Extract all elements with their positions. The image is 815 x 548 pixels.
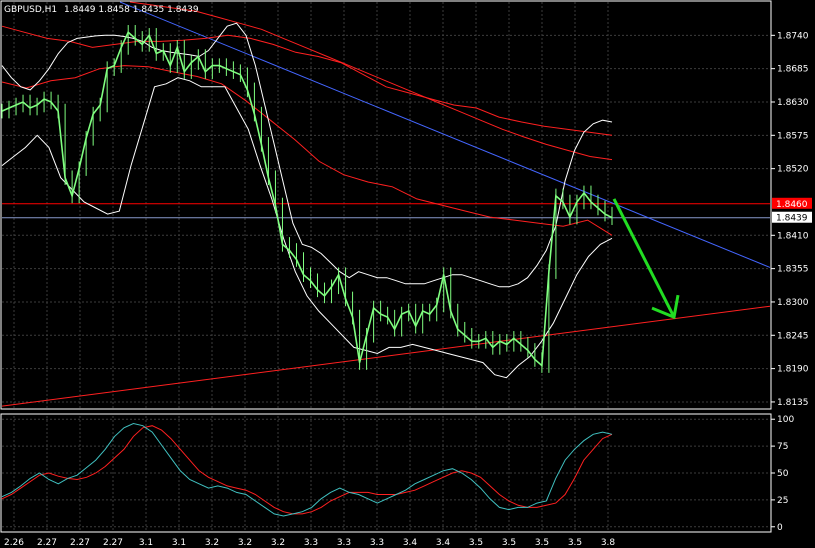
- x-tick-label: 3.2: [271, 538, 285, 548]
- x-tick-label: 3.5: [535, 538, 549, 548]
- x-tick-label: 3.4: [403, 538, 418, 548]
- x-tick-label: 3.5: [502, 538, 516, 548]
- x-tick-label: 3.1: [172, 538, 186, 548]
- y-tick-label: 1.8575: [777, 131, 809, 141]
- oscillator: [1, 422, 613, 517]
- osc-grid: [2, 416, 770, 530]
- x-tick-label: 3.1: [139, 538, 153, 548]
- osc-tick-label: 50: [777, 469, 789, 479]
- main-frame: [0, 0, 772, 410]
- x-tick-label: 3.8: [601, 538, 616, 548]
- x-tick-label: 3.3: [337, 538, 351, 548]
- x-tick-label: 2.26: [4, 538, 24, 548]
- trendline-blue: [119, 1, 771, 268]
- y-tick-label: 1.8685: [777, 65, 809, 75]
- x-tick-label: 3.3: [370, 538, 384, 548]
- x-axis: 2.26 2.27 2.27 2.27 3.1 3.1 3.2 3.2 3.2 3.3 3.3 3.3…: [4, 538, 615, 548]
- y-tick-label: 1.8740: [777, 31, 809, 41]
- price-box-red-label: 1.8460: [776, 200, 808, 210]
- x-tick-label: 3.2: [238, 538, 252, 548]
- price-series: [1, 25, 613, 373]
- gbpusd-chart[interactable]: 1.8740 1.8685 1.8630 1.8575 1.8520 1.8410 1.83…: [0, 0, 815, 548]
- x-tick-label: 3.2: [205, 538, 219, 548]
- y-tick-label: 1.8190: [777, 365, 809, 375]
- ma-lower-line: [1, 65, 613, 236]
- y-tick-label: 1.8135: [777, 398, 809, 408]
- ohlc-label: 1.8449 1.8458 1.8435 1.8439: [64, 5, 199, 15]
- osc-tick-label: 25: [777, 496, 788, 506]
- y-tick-label: 1.8245: [777, 331, 809, 341]
- osc-tick-label: 75: [777, 442, 788, 452]
- y-tick-label: 1.8355: [777, 265, 809, 275]
- osc-fast-line: [1, 422, 613, 517]
- bollinger-bands: [1, 22, 613, 379]
- price-line: [1, 30, 613, 368]
- x-tick-label: 3.5: [469, 538, 483, 548]
- trendline-red: [1, 305, 771, 407]
- symbol-label: GBPUSD,H1: [4, 5, 57, 15]
- bollinger-upper: [1, 22, 613, 288]
- y-tick-label: 1.8300: [777, 298, 809, 308]
- y-tick-label: 1.8630: [777, 98, 809, 108]
- x-tick-label: 2.27: [103, 538, 123, 548]
- x-tick-label: 2.27: [37, 538, 57, 548]
- x-tick-label: 3.5: [568, 538, 582, 548]
- forecast-arrow-shaft: [612, 198, 676, 318]
- x-tick-label: 3.4: [436, 538, 451, 548]
- y-tick-label: 1.8520: [777, 165, 809, 175]
- osc-tick-label: 100: [777, 415, 794, 425]
- osc-y-axis: 100 75 50 25 0: [771, 415, 794, 533]
- horizontal-lines: [2, 203, 770, 219]
- x-tick-label: 2.27: [70, 538, 90, 548]
- chart-header: GBPUSD,H1 1.8449 1.8458 1.8435 1.8439: [4, 5, 199, 15]
- price-box-current-label: 1.8439: [776, 214, 808, 224]
- ma-top-line: [129, 1, 613, 161]
- price-labels: 1.8460 1.8439: [772, 197, 812, 224]
- osc-slow-line: [1, 425, 613, 515]
- y-tick-label: 1.8410: [777, 231, 809, 241]
- osc-tick-label: 0: [777, 523, 783, 533]
- main-grid: [2, 2, 770, 408]
- x-tick-label: 3.3: [304, 538, 318, 548]
